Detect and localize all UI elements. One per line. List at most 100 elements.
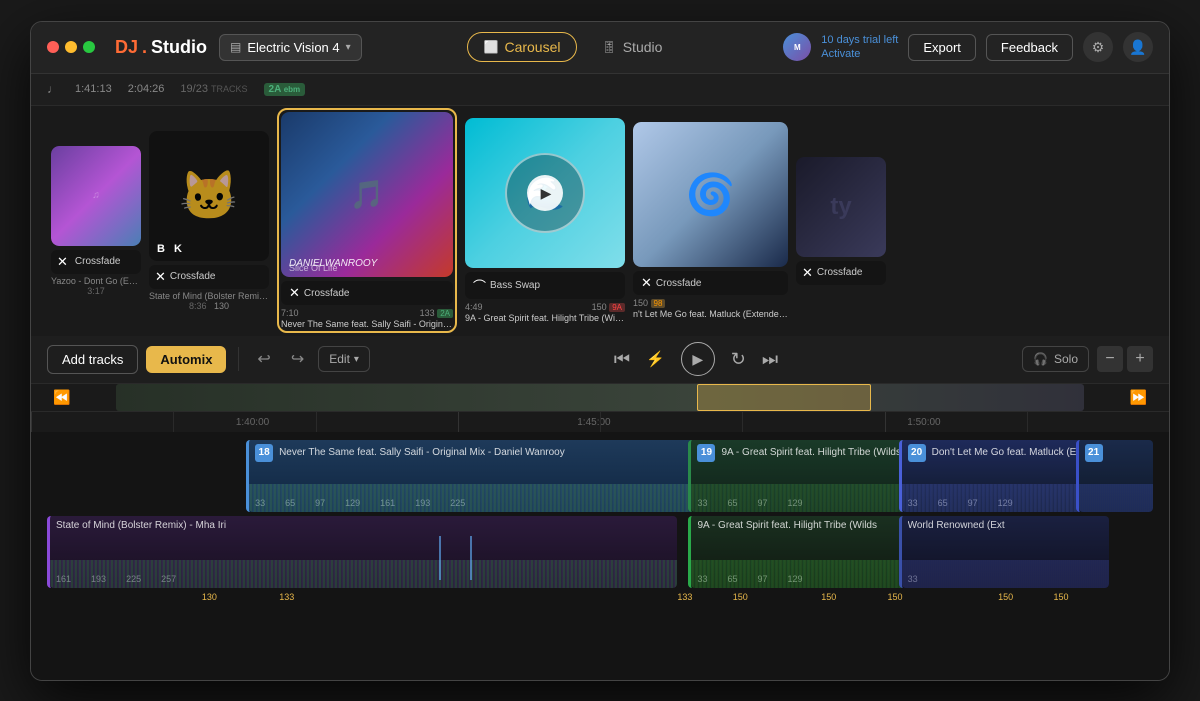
title-bar: DJ.Studio ▤ Electric Vision 4 ▾ ⬜ Carous…: [31, 22, 1169, 74]
carousel-card-4[interactable]: 🌊 ▶ ⌒ Bass Swap 4:49 150 9A 9A - Great S…: [465, 118, 625, 323]
skip-back-button[interactable]: ⏮: [614, 349, 630, 370]
chevron-down-icon: ▾: [346, 42, 351, 53]
studio-label: Studio: [623, 39, 663, 55]
toolbar-separator: [238, 347, 239, 371]
bpm-marker-150d: 150: [998, 592, 1013, 602]
crossfade-icon-5: ✕: [641, 275, 652, 291]
time-display-1: 1:41:13: [75, 83, 112, 95]
zoom-in-button[interactable]: +: [1127, 346, 1153, 372]
carousel-card-2[interactable]: 🐱 B K ✕ Crossfade State of Mind (Bolster…: [149, 131, 269, 311]
studio-tab[interactable]: 🎚 Studio: [585, 32, 678, 62]
center-nav: ⬜ Carousel 🎚 Studio: [374, 32, 772, 62]
track-segment-world-renowned[interactable]: World Renowned (Ext 33: [899, 516, 1109, 588]
crossfade-label-5: Crossfade: [656, 278, 702, 289]
bpm-marker-150e: 150: [1053, 592, 1068, 602]
track-segment-great-spirit-2[interactable]: 9A - Great Spirit feat. Hilight Tribe (W…: [688, 516, 909, 588]
card3-time: 7:10: [281, 308, 299, 318]
carousel-icon: ⬜: [484, 40, 499, 54]
minimize-button[interactable]: [65, 41, 77, 53]
card4-title: 9A - Great Spirit feat. Hilight Tribe (W…: [465, 313, 625, 323]
timeline-minimap[interactable]: [116, 384, 1083, 411]
carousel-label: Carousel: [504, 39, 560, 55]
close-button[interactable]: [47, 41, 59, 53]
carousel-tab[interactable]: ⬜ Carousel: [467, 32, 578, 62]
track-segment-21[interactable]: 21: [1076, 440, 1153, 512]
bpm-marker-133a: 133: [279, 592, 294, 602]
carousel-card-3[interactable]: 🎵 DANIELWANROOY Slice Of Life ✕ Crossfad…: [277, 108, 457, 333]
right-controls: M 10 days trial left Activate Export Fee…: [783, 32, 1153, 62]
bassswap-icon: ⌒: [473, 276, 486, 295]
crossfade-icon-1: ✕: [57, 254, 68, 270]
timeline-fastforward-button[interactable]: ⏩: [1124, 389, 1153, 406]
track-number-19: 19: [697, 444, 715, 462]
track-number-21: 21: [1085, 444, 1103, 462]
edit-button[interactable]: Edit ▾: [318, 346, 370, 372]
user-button[interactable]: 👤: [1123, 32, 1153, 62]
carousel-card-6[interactable]: ty ✕ Crossfade: [796, 157, 886, 285]
track-segment-state-of-mind[interactable]: State of Mind (Bolster Remix) - Mha Iri …: [47, 516, 677, 588]
track-number-20: 20: [908, 444, 926, 462]
mix-button[interactable]: ⚡: [646, 350, 665, 368]
logo-studio-text: Studio: [151, 37, 207, 58]
skip-forward-button[interactable]: ⏭: [762, 349, 778, 370]
crossfade-icon-6: ✕: [802, 265, 813, 281]
activate-link[interactable]: Activate: [821, 47, 898, 61]
track-count: 19/23 TRACKS: [180, 83, 247, 95]
minimap-viewport[interactable]: [697, 384, 871, 411]
edit-label: Edit: [329, 352, 350, 366]
bpm-marker-150a: 150: [733, 592, 748, 602]
redo-button[interactable]: ↪: [285, 345, 310, 373]
automix-button[interactable]: Automix: [146, 346, 226, 373]
playlist-name: Electric Vision 4: [247, 40, 339, 55]
timeline-header: ⏪ ⏩: [31, 384, 1169, 412]
timeline-rewind-button[interactable]: ⏪: [47, 389, 76, 406]
headphone-icon: 🎧: [1033, 352, 1048, 366]
track-world-label: World Renowned (Ext: [908, 520, 1005, 531]
export-button[interactable]: Export: [908, 34, 976, 61]
maximize-button[interactable]: [83, 41, 95, 53]
carousel-track: ♫ ✕ Crossfade Yazoo - Dont Go (ENJOY DJS…: [51, 108, 1149, 333]
bpm-marker-150b: 150: [821, 592, 836, 602]
transition-marker-1: [439, 536, 441, 579]
bassswap-label: Bass Swap: [490, 280, 540, 291]
metronome-icon: ♩: [47, 82, 59, 96]
studio-icon: 🎚: [601, 40, 616, 54]
timeline-section: ⏪ ⏩ 1:40:00 1:45:00 1:50:00: [31, 384, 1169, 680]
track-state-label: State of Mind (Bolster Remix) - Mha Iri: [56, 520, 226, 531]
card4-bpm: 150 9A: [592, 302, 625, 312]
track-segment-18[interactable]: 18 Never The Same feat. Sally Saifi - Or…: [246, 440, 733, 512]
feedback-button[interactable]: Feedback: [986, 34, 1073, 61]
crossfade-label-3: Crossfade: [304, 288, 350, 299]
undo-button[interactable]: ↩: [251, 345, 276, 373]
bpm-marker-133b: 133: [677, 592, 692, 602]
carousel-card-1[interactable]: ♫ ✕ Crossfade Yazoo - Dont Go (ENJOY DJS…: [51, 146, 141, 296]
window-controls: [47, 41, 95, 53]
carousel-card-5[interactable]: 🌀 ✕ Crossfade 150 98 n't Let Me Go feat.…: [633, 122, 788, 319]
crossfade-icon-2: ✕: [155, 269, 166, 285]
timeline-track-row-1: 18 Never The Same feat. Sally Saifi - Or…: [47, 440, 1153, 512]
add-tracks-button[interactable]: Add tracks: [47, 345, 138, 374]
loop-button[interactable]: ↻: [731, 349, 746, 370]
app-window: DJ.Studio ▤ Electric Vision 4 ▾ ⬜ Carous…: [30, 21, 1170, 681]
play-button[interactable]: ▶: [681, 342, 715, 376]
solo-label: Solo: [1054, 352, 1078, 366]
crossfade-label-1: Crossfade: [75, 256, 121, 267]
settings-button[interactable]: ⚙: [1083, 32, 1113, 62]
tracks-container: 18 Never The Same feat. Sally Saifi - Or…: [31, 432, 1169, 680]
zoom-out-button[interactable]: −: [1097, 346, 1123, 372]
card4-time: 4:49: [465, 302, 483, 312]
card3-bpm: 133 2A: [420, 308, 453, 318]
card1-title: Yazoo - Dont Go (ENJOY DJS: [51, 276, 141, 286]
card2-title: State of Mind (Bolster Remix) - Mha Iri: [149, 291, 269, 301]
solo-button[interactable]: 🎧 Solo: [1022, 346, 1089, 372]
track-great-spirit-label: 9A - Great Spirit feat. Hilight Tribe (W…: [697, 520, 877, 531]
toolbar: Add tracks Automix ↩ ↪ Edit ▾ ⏮ ⚡ ▶ ↻ ⏭ …: [31, 336, 1169, 384]
timeline-track-row-2: State of Mind (Bolster Remix) - Mha Iri …: [47, 516, 1153, 588]
track-segment-19[interactable]: 19 9A - Great Spirit feat. Hilight Tribe…: [688, 440, 931, 512]
playlist-selector[interactable]: ▤ Electric Vision 4 ▾: [219, 34, 362, 61]
play-overlay-4[interactable]: ▶: [527, 175, 563, 211]
time-display-2: 2:04:26: [128, 83, 165, 95]
transition-marker-2: [470, 536, 472, 579]
key-badge: 2A ebm: [264, 83, 306, 96]
carousel-area: ♫ ✕ Crossfade Yazoo - Dont Go (ENJOY DJS…: [31, 106, 1169, 336]
